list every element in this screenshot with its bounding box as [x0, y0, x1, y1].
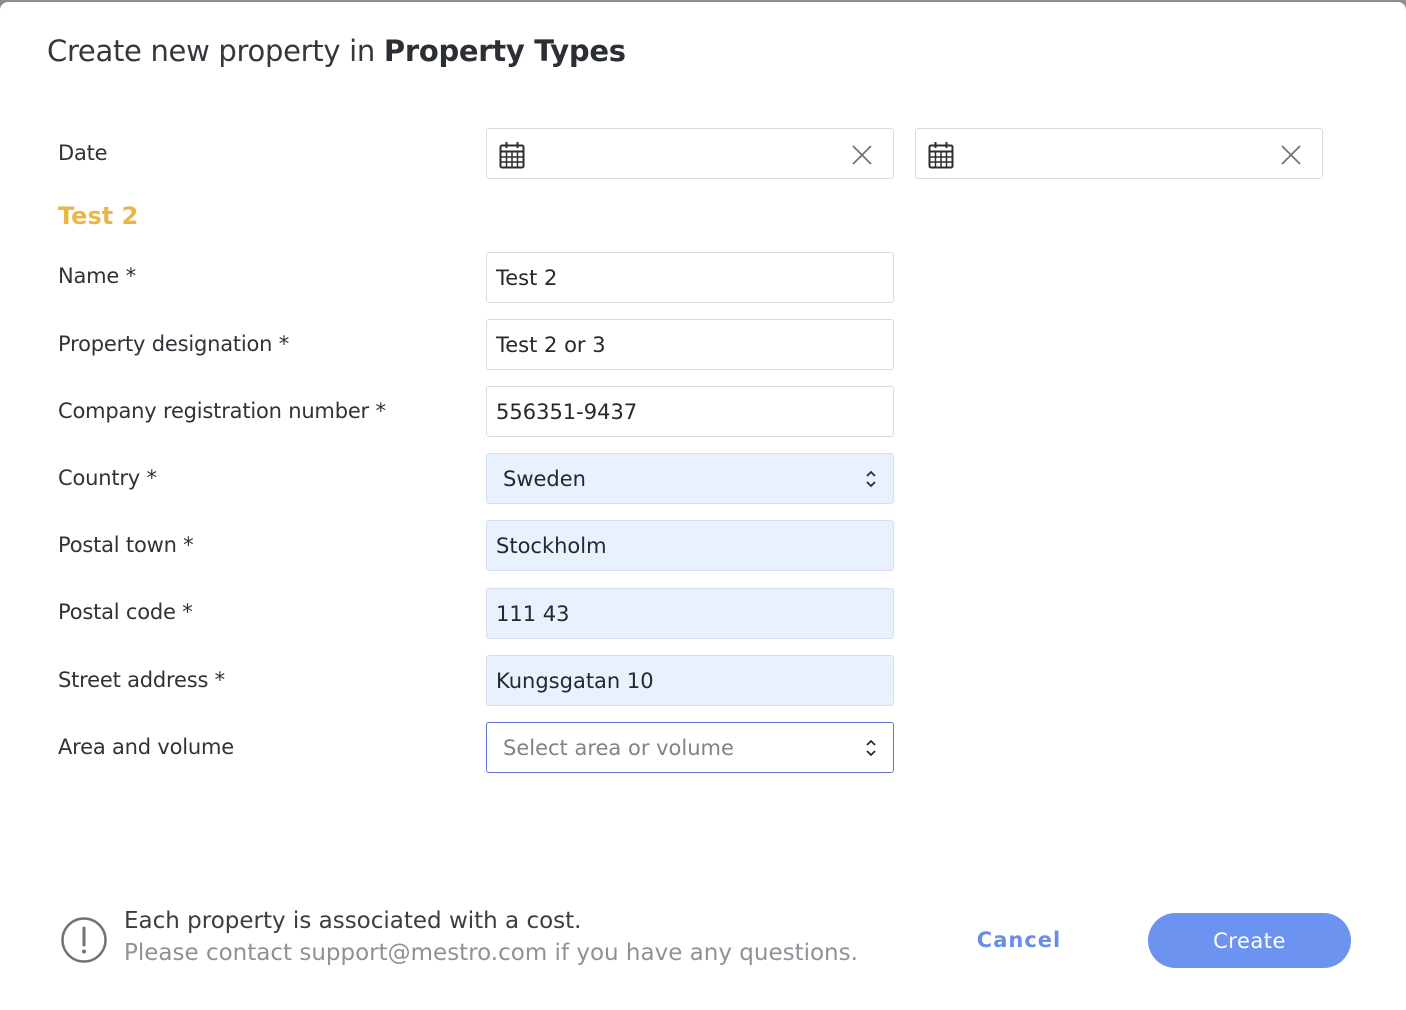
name-value: Test 2	[496, 265, 558, 290]
cancel-button[interactable]: Cancel	[960, 914, 1078, 966]
property-designation-input[interactable]: Test 2 or 3	[486, 319, 894, 370]
exclamation-circle-icon	[61, 917, 107, 963]
close-icon[interactable]	[1280, 144, 1302, 166]
date-from-field[interactable]	[486, 128, 894, 179]
company-registration-number-value: 556351-9437	[496, 399, 638, 424]
company-registration-number-input[interactable]: 556351-9437	[486, 386, 894, 437]
dialog-title-prefix: Create new property in	[47, 34, 375, 68]
street-address-input[interactable]: Kungsgatan 10	[486, 655, 894, 706]
date-label: Date	[58, 141, 108, 165]
section-title: Test 2	[58, 202, 139, 230]
dialog-title-context: Property Types	[383, 34, 626, 68]
area-volume-placeholder: Select area or volume	[503, 735, 734, 760]
name-label: Name *	[58, 264, 136, 288]
area-volume-label: Area and volume	[58, 735, 234, 759]
dialog-title: Create new property in Property Types	[47, 34, 626, 68]
country-value: Sweden	[503, 466, 586, 491]
calendar-icon[interactable]	[928, 141, 954, 169]
property-designation-value: Test 2 or 3	[496, 332, 606, 357]
postal-town-label: Postal town *	[58, 533, 194, 557]
postal-code-label: Postal code *	[58, 600, 193, 624]
close-icon[interactable]	[851, 144, 873, 166]
postal-code-value: 111 43	[496, 601, 570, 626]
create-property-dialog: Create new property in Property Types Da…	[0, 2, 1406, 1010]
property-designation-label: Property designation *	[58, 332, 290, 356]
calendar-icon[interactable]	[499, 141, 525, 169]
chevron-up-down-icon	[866, 470, 876, 487]
postal-code-input[interactable]: 111 43	[486, 588, 894, 639]
date-to-field[interactable]	[915, 128, 1323, 179]
company-registration-number-label: Company registration number *	[58, 399, 386, 423]
chevron-up-down-icon	[866, 739, 876, 756]
name-input[interactable]: Test 2	[486, 252, 894, 303]
postal-town-input[interactable]: Stockholm	[486, 520, 894, 571]
country-select[interactable]: Sweden	[486, 453, 894, 504]
area-volume-select[interactable]: Select area or volume	[486, 722, 894, 773]
create-button[interactable]: Create	[1148, 913, 1351, 968]
street-address-value: Kungsgatan 10	[496, 668, 654, 693]
country-label: Country *	[58, 466, 157, 490]
postal-town-value: Stockholm	[496, 533, 607, 558]
street-address-label: Street address *	[58, 668, 225, 692]
cost-notice: Each property is associated with a cost.	[124, 908, 582, 934]
support-notice: Please contact support@mestro.com if you…	[124, 940, 858, 966]
